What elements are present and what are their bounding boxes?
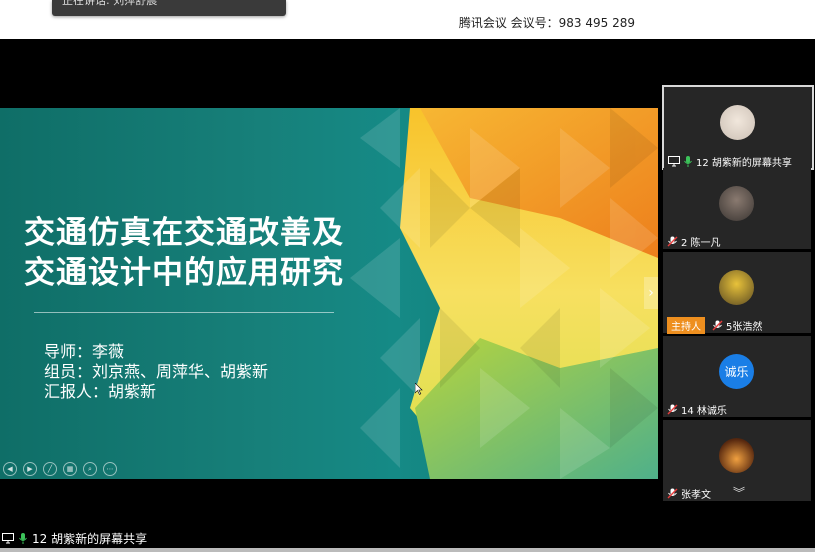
mic-muted-icon bbox=[667, 404, 678, 414]
mic-active-icon bbox=[684, 155, 692, 167]
participant-name: 5张浩然 bbox=[726, 321, 763, 333]
mouse-cursor-icon bbox=[415, 383, 423, 395]
participant-name: 14 林诚乐 bbox=[681, 405, 727, 417]
slide-title-line2: 交通设计中的应用研究 bbox=[24, 255, 344, 291]
avatar: 诚乐 bbox=[719, 354, 754, 389]
title-divider bbox=[34, 312, 334, 313]
screen-share-icon bbox=[668, 155, 680, 166]
mic-active-icon bbox=[19, 532, 27, 544]
participant-namebar: 14 林诚乐 bbox=[663, 401, 727, 417]
participant-name: 12 胡紫新的屏幕共享 bbox=[696, 157, 792, 169]
avatar bbox=[720, 105, 755, 140]
meeting-info: 腾讯会议 会议号：983 495 289 bbox=[458, 16, 635, 30]
triangle-pattern bbox=[350, 108, 658, 479]
bottom-share-text: 12 胡紫新的屏幕共享 bbox=[32, 531, 148, 546]
participant-tile[interactable]: 诚乐 14 林诚乐 bbox=[663, 336, 811, 417]
slides-grid-icon[interactable]: ▦ bbox=[63, 462, 77, 476]
mic-muted-icon bbox=[712, 320, 723, 330]
participant-tile[interactable]: 2 陈一凡 bbox=[663, 168, 811, 249]
prev-slide-icon[interactable]: ◀ bbox=[3, 462, 17, 476]
mic-muted-icon bbox=[667, 236, 678, 246]
participant-name: 2 陈一凡 bbox=[681, 237, 721, 249]
host-badge: 主持人 bbox=[667, 316, 705, 334]
more-icon[interactable]: ⋯ bbox=[103, 462, 117, 476]
participant-namebar: 2 陈一凡 bbox=[663, 233, 721, 249]
presenter-line: 汇报人：胡紫新 bbox=[44, 382, 157, 401]
slide-title-line1: 交通仿真在交通改善及 bbox=[24, 215, 344, 251]
chevron-down-icon[interactable]: ︾ bbox=[733, 484, 745, 501]
shared-screen-slide[interactable]: 交通仿真在交通改善及 交通设计中的应用研究 导师：李薇 组员：刘京燕、周萍华、胡… bbox=[0, 108, 658, 479]
avatar bbox=[719, 270, 754, 305]
screen-share-icon bbox=[2, 532, 14, 543]
zoom-icon[interactable]: ⌕ bbox=[83, 462, 97, 476]
participant-tile[interactable]: 主持人 5张浩然 bbox=[663, 252, 811, 334]
avatar bbox=[719, 438, 754, 473]
participant-tile[interactable]: 12 胡紫新的屏幕共享 bbox=[662, 85, 814, 170]
participant-namebar: 张孝文 bbox=[663, 485, 711, 501]
bottom-share-label: 12 胡紫新的屏幕共享 bbox=[2, 529, 147, 547]
mic-muted-icon bbox=[667, 488, 678, 498]
bottom-strip bbox=[0, 548, 815, 552]
avatar bbox=[719, 186, 754, 221]
participant-name: 张孝文 bbox=[681, 489, 711, 501]
participant-namebar: 主持人 5张浩然 bbox=[663, 316, 763, 334]
slide-controls: ◀ ▶ ╱ ▦ ⌕ ⋯ bbox=[3, 462, 117, 476]
participant-namebar: 12 胡紫新的屏幕共享 bbox=[664, 153, 792, 169]
pen-icon[interactable]: ╱ bbox=[43, 462, 57, 476]
speaking-toast-text: 正在讲话: 刘萍舒晨 bbox=[62, 0, 158, 7]
next-slide-icon[interactable]: ▶ bbox=[23, 462, 37, 476]
speaking-toast: 正在讲话: 刘萍舒晨 bbox=[52, 0, 286, 16]
expand-panel-chevron-icon[interactable]: › bbox=[644, 277, 658, 309]
top-bar: 正在讲话: 刘萍舒晨 腾讯会议 会议号：983 495 289 bbox=[0, 0, 815, 39]
slide-title: 交通仿真在交通改善及 交通设计中的应用研究 bbox=[24, 213, 344, 293]
